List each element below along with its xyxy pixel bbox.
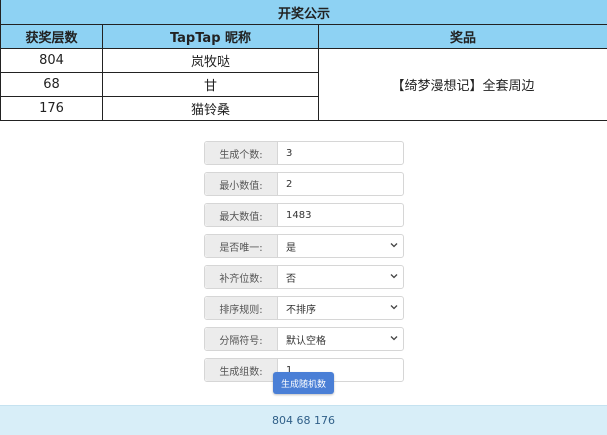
cell-nickname: 岚牧哒: [103, 49, 319, 73]
groups-label: 生成组数:: [205, 359, 278, 381]
header-prize: 奖品: [319, 25, 607, 49]
table-row: 804 岚牧哒 【绮梦漫想记】全套周边: [1, 49, 607, 73]
cell-floor: 68: [1, 73, 103, 97]
max-label: 最大数值:: [205, 204, 278, 226]
count-label: 生成个数:: [205, 142, 278, 164]
min-label: 最小数值:: [205, 173, 278, 195]
unique-value: 是: [286, 239, 296, 254]
min-input[interactable]: [286, 173, 403, 195]
pad-value: 否: [286, 270, 296, 285]
cell-floor: 804: [1, 49, 103, 73]
sort-label: 排序规则:: [205, 297, 278, 319]
separator-label: 分隔符号:: [205, 328, 278, 350]
cell-nickname: 甘: [103, 73, 319, 97]
pad-label: 补齐位数:: [205, 266, 278, 288]
sort-select[interactable]: 不排序: [278, 297, 403, 319]
table-title: 开奖公示: [1, 0, 607, 25]
sort-value: 不排序: [286, 301, 316, 316]
chevron-down-icon: [389, 271, 399, 281]
unique-row: 是否唯一: 是: [204, 234, 404, 258]
random-generator-form: 生成个数: 最小数值: 最大数值: 是否唯一: 是 补齐位数: 否 排序规则: …: [204, 141, 404, 389]
header-nickname: TapTap 昵称: [103, 25, 319, 49]
cell-nickname: 猫铃桑: [103, 97, 319, 121]
unique-select[interactable]: 是: [278, 235, 403, 257]
count-row: 生成个数:: [204, 141, 404, 165]
header-floor: 获奖层数: [1, 25, 103, 49]
chevron-down-icon: [389, 333, 399, 343]
max-input[interactable]: [286, 204, 403, 226]
result-display: 804 68 176: [0, 405, 607, 435]
min-row: 最小数值:: [204, 172, 404, 196]
pad-select[interactable]: 否: [278, 266, 403, 288]
winners-table: 开奖公示 获奖层数 TapTap 昵称 奖品 804 岚牧哒 【绮梦漫想记】全套…: [0, 0, 607, 121]
count-input[interactable]: [286, 142, 403, 164]
generate-button[interactable]: 生成随机数: [273, 372, 334, 394]
separator-row: 分隔符号: 默认空格: [204, 327, 404, 351]
max-row: 最大数值:: [204, 203, 404, 227]
separator-value: 默认空格: [286, 332, 326, 347]
sort-row: 排序规则: 不排序: [204, 296, 404, 320]
cell-floor: 176: [1, 97, 103, 121]
chevron-down-icon: [389, 240, 399, 250]
cell-prize: 【绮梦漫想记】全套周边: [319, 49, 607, 121]
chevron-down-icon: [389, 302, 399, 312]
separator-select[interactable]: 默认空格: [278, 328, 403, 350]
winners-table-container: 开奖公示 获奖层数 TapTap 昵称 奖品 804 岚牧哒 【绮梦漫想记】全套…: [0, 0, 607, 120]
pad-row: 补齐位数: 否: [204, 265, 404, 289]
unique-label: 是否唯一:: [205, 235, 278, 257]
